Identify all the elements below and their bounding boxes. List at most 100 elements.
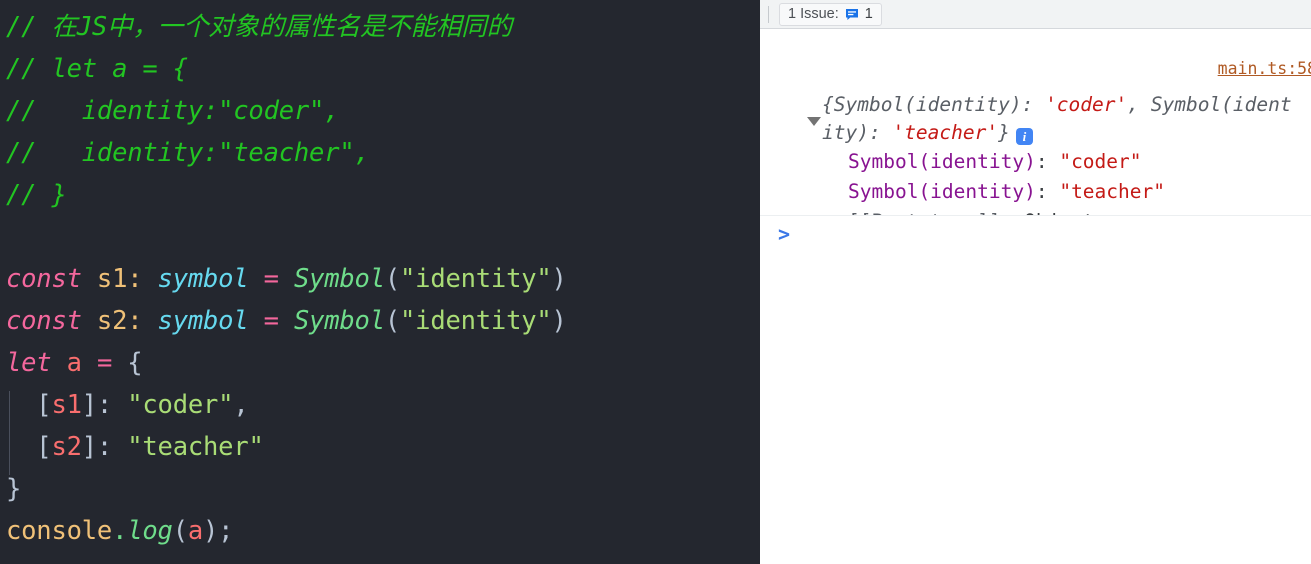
- property-colon: :: [1035, 180, 1060, 203]
- code-token: "identity": [400, 306, 552, 336]
- code-token: ): [551, 306, 567, 336]
- issues-button[interactable]: 1 Issue: 1: [779, 2, 882, 26]
- console-input[interactable]: [790, 221, 1311, 247]
- code-line: // }: [6, 174, 567, 216]
- object-preview: {Symbol(identity): 'coder', Symbol(ident…: [822, 91, 1311, 147]
- object-properties: Symbol(identity): "coder" Symbol(identity…: [848, 147, 1165, 207]
- code-token: =: [96, 348, 113, 378]
- preview-middle: , Symbol(ident: [1127, 93, 1292, 116]
- preview-value-2: 'teacher': [892, 121, 999, 144]
- property-key: Symbol(identity): [848, 180, 1036, 203]
- object-property-row[interactable]: Symbol(identity): "coder": [848, 147, 1165, 177]
- code-token: }: [6, 474, 22, 504]
- code-token: .: [112, 516, 128, 546]
- code-token: );: [203, 516, 234, 546]
- code-token: // 在JS中，一个对象的属性名是不能相同的: [6, 12, 512, 42]
- code-token: a: [187, 516, 204, 546]
- code-token: s2: [96, 306, 128, 336]
- property-colon: :: [1035, 150, 1060, 173]
- code-line: let a = {: [6, 342, 567, 384]
- expand-triangle-icon[interactable]: [807, 117, 821, 126]
- code-token: const: [6, 306, 82, 336]
- code-token: :: [127, 306, 143, 336]
- code-token: s1: [96, 264, 128, 294]
- code-token: "identity": [400, 264, 552, 294]
- property-key: Symbol(identity): [848, 150, 1036, 173]
- code-editor-pane[interactable]: // 在JS中，一个对象的属性名是不能相同的 // let a = { // ide…: [0, 0, 760, 564]
- code-token: (: [172, 516, 188, 546]
- code-line: // 在JS中，一个对象的属性名是不能相同的: [6, 6, 567, 48]
- code-token: "teacher": [127, 432, 264, 462]
- code-token: =: [263, 306, 279, 336]
- code-token: ,: [233, 390, 249, 420]
- devtools-console-pane[interactable]: 1 Issue: 1 main.ts:58 {Symbol(identity):…: [760, 0, 1311, 564]
- toolbar-separator: [768, 5, 769, 23]
- code-token: const: [6, 264, 82, 294]
- code-line: // let a = {: [6, 48, 567, 90]
- code-line: const s1: symbol = Symbol("identity"): [6, 258, 567, 300]
- code-token: symbol: [157, 306, 249, 336]
- code-token: s2: [51, 432, 82, 462]
- code-token: // identity:"teacher",: [6, 138, 370, 168]
- code-token: console: [6, 516, 113, 546]
- preview-key-2: ity):: [822, 121, 893, 144]
- message-badge-icon: [845, 8, 859, 21]
- preview-brace-key: {Symbol(identity):: [822, 93, 1046, 116]
- code-token: log: [127, 516, 173, 546]
- console-empty-area: [760, 252, 1311, 564]
- issues-count: 1: [864, 6, 873, 22]
- code-line: }: [6, 468, 567, 510]
- code-line: [s2]: "teacher": [6, 426, 567, 468]
- code-token: =: [263, 264, 279, 294]
- code-line: const s2: symbol = Symbol("identity"): [6, 300, 567, 342]
- code-token: // let a = {: [6, 54, 188, 84]
- prototype-row[interactable]: [[Prototype]]: Object: [848, 207, 1095, 215]
- code-token: Symbol: [293, 306, 385, 336]
- code-token: // identity:"coder",: [6, 96, 340, 126]
- code-token: [: [6, 390, 52, 420]
- property-value: "teacher": [1059, 180, 1165, 203]
- property-value: "coder": [1059, 150, 1142, 173]
- code-line: // identity:"teacher",: [6, 132, 567, 174]
- object-property-row[interactable]: Symbol(identity): "teacher": [848, 177, 1165, 207]
- issues-label: 1 Issue:: [788, 6, 839, 22]
- code-line: [s1]: "coder",: [6, 384, 567, 426]
- preview-value-1: 'coder': [1045, 93, 1128, 116]
- code-token: // }: [6, 180, 67, 210]
- code-token: :: [127, 264, 143, 294]
- info-icon[interactable]: i: [1015, 128, 1033, 145]
- code-token: s1: [51, 390, 82, 420]
- code-token: [: [6, 432, 52, 462]
- code-token: let: [6, 348, 52, 378]
- code-line: // identity:"coder",: [6, 90, 567, 132]
- code-token: ]:: [81, 432, 128, 462]
- code-token: (: [384, 306, 401, 336]
- prompt-chevron-icon: >: [778, 222, 791, 246]
- code-text[interactable]: // 在JS中，一个对象的属性名是不能相同的 // let a = { // ide…: [6, 6, 567, 552]
- source-location-link[interactable]: main.ts:58: [1218, 59, 1311, 78]
- devtools-screenshot: // 在JS中，一个对象的属性名是不能相同的 // let a = { // ide…: [0, 0, 1311, 564]
- code-line: console.log(a);: [6, 510, 567, 552]
- code-token: Symbol: [293, 264, 385, 294]
- code-token: a: [66, 348, 82, 378]
- code-token: symbol: [157, 264, 249, 294]
- code-token: "coder": [127, 390, 234, 420]
- code-token: ): [551, 264, 567, 294]
- console-prompt-row[interactable]: >: [760, 215, 1311, 252]
- code-token: {: [127, 348, 143, 378]
- preview-close-brace: }: [998, 121, 1010, 144]
- console-toolbar: 1 Issue: 1: [760, 0, 1311, 29]
- console-message-area[interactable]: main.ts:58 {Symbol(identity): 'coder', S…: [760, 29, 1311, 215]
